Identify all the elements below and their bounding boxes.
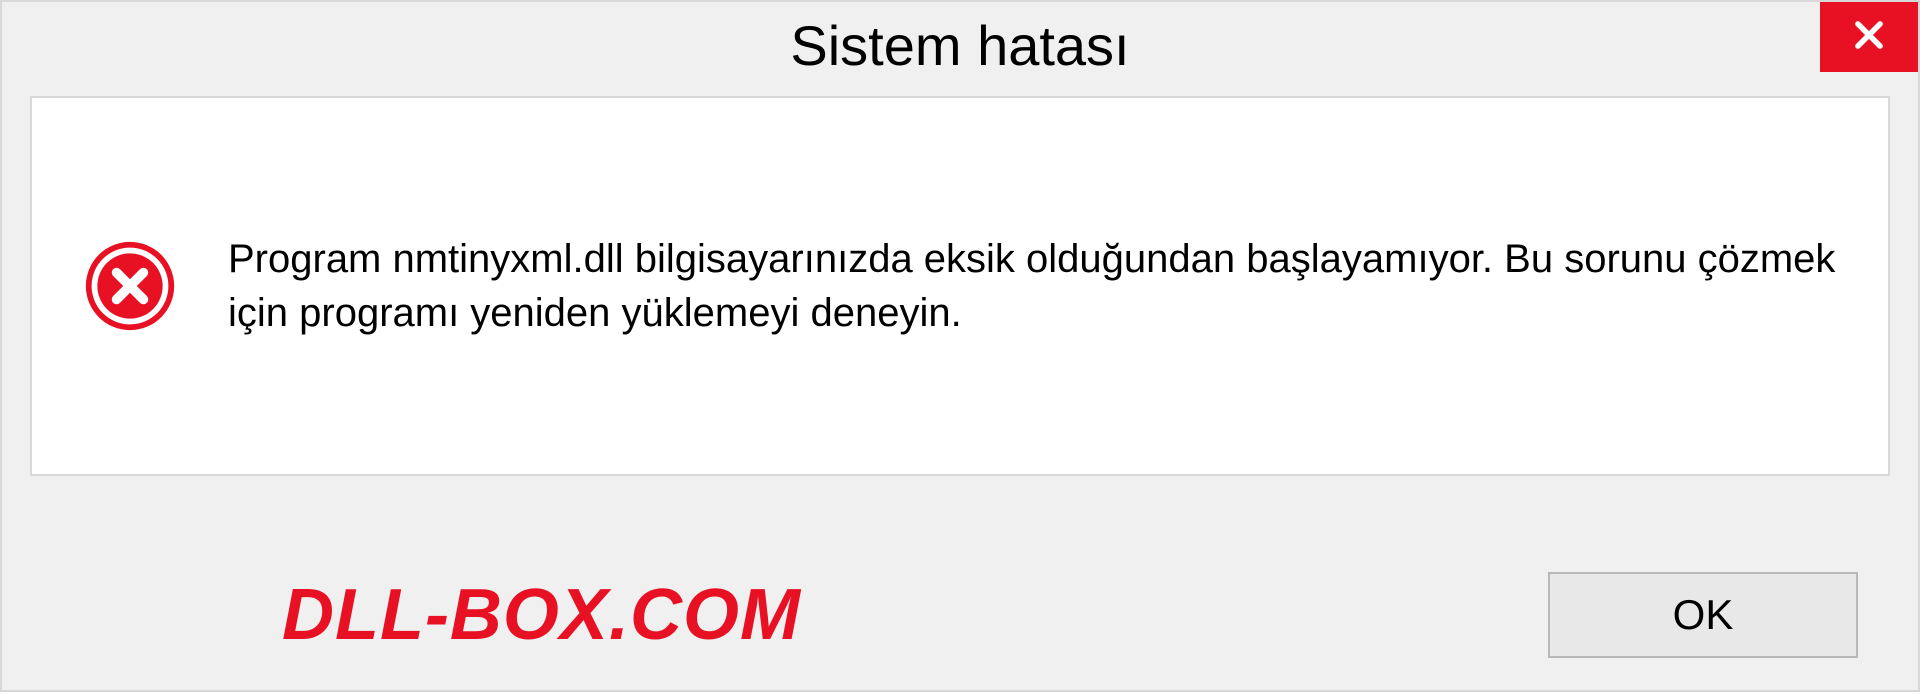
ok-button-label: OK	[1673, 591, 1734, 639]
error-message: Program nmtinyxml.dll bilgisayarınızda e…	[228, 232, 1838, 340]
error-icon	[82, 238, 178, 334]
ok-button[interactable]: OK	[1548, 572, 1858, 658]
watermark-text: DLL-BOX.COM	[282, 574, 801, 656]
dialog-title: Sistem hatası	[790, 13, 1129, 78]
dialog-footer: DLL-BOX.COM OK	[2, 540, 1918, 690]
close-icon	[1850, 16, 1888, 59]
titlebar: Sistem hatası	[2, 2, 1918, 88]
content-panel: Program nmtinyxml.dll bilgisayarınızda e…	[30, 96, 1890, 476]
error-dialog: Sistem hatası Program nmtinyxml.dll bilg…	[0, 0, 1920, 692]
close-button[interactable]	[1820, 2, 1918, 72]
